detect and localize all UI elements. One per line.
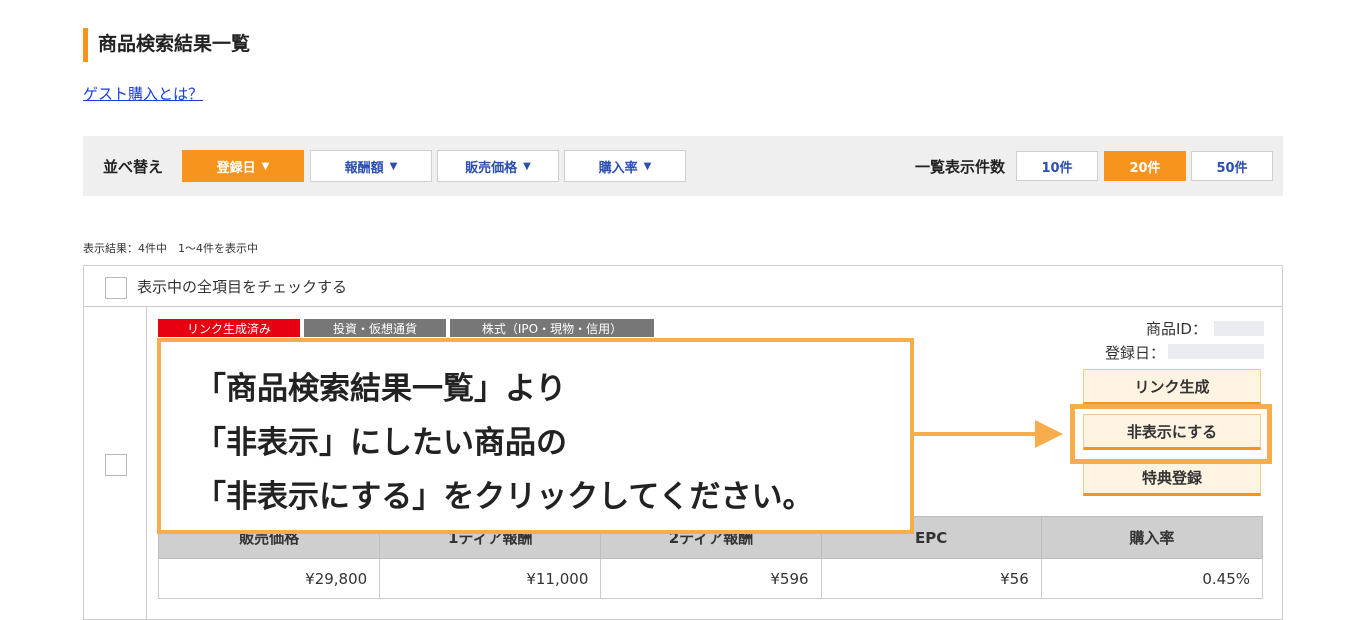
sort-purchase-rate-button[interactable]: 購入率 ▼ xyxy=(564,150,686,182)
sort-reward-button[interactable]: 報酬額 ▼ xyxy=(310,150,432,182)
arrow-right-icon xyxy=(1035,420,1063,448)
table-cell: ¥11,000 xyxy=(379,558,602,599)
check-all-row: 表示中の全項目をチェックする xyxy=(84,266,1282,307)
sort-option-label: 報酬額 xyxy=(344,160,384,176)
item-checkbox-column xyxy=(84,307,147,620)
caret-down-icon: ▼ xyxy=(261,160,270,172)
generate-link-button[interactable]: リンク生成 xyxy=(1083,369,1261,405)
sort-bar: 並べ替え 登録日 ▼ 報酬額 ▼ 販売価格 ▼ 購入率 ▼ 一覧表示件数 10件… xyxy=(83,136,1283,196)
sort-option-label: 購入率 xyxy=(598,160,638,176)
item-checkbox[interactable] xyxy=(105,454,127,476)
product-id-label: 商品ID： xyxy=(1146,320,1207,338)
sort-registered-date-button[interactable]: 登録日 ▼ xyxy=(182,150,304,182)
caret-down-icon: ▼ xyxy=(523,160,531,172)
guest-purchase-link[interactable]: ゲスト購入とは？ xyxy=(83,83,203,104)
instruction-callout: 「商品検索結果一覧」より 「非表示」にしたい商品の 「非表示にする」をクリックし… xyxy=(157,338,914,534)
bonus-register-button[interactable]: 特典登録 xyxy=(1083,460,1261,496)
sort-price-button[interactable]: 販売価格 ▼ xyxy=(437,150,559,182)
display-count-10-button[interactable]: 10件 xyxy=(1016,151,1098,181)
display-count-label: 一覧表示件数 xyxy=(915,158,1006,176)
table-cell: ¥596 xyxy=(600,558,822,599)
callout-line: 「非表示にする」をクリックしてください。 xyxy=(195,479,814,515)
table-cell: ¥29,800 xyxy=(157,558,381,599)
tag-category: 投資・仮想通貨 xyxy=(304,319,446,337)
page-title: 商品検索結果一覧 xyxy=(83,28,250,62)
caret-down-icon: ▼ xyxy=(389,160,398,172)
callout-line: 「非表示」にしたい商品の xyxy=(195,425,567,461)
tag-link-generated: リンク生成済み xyxy=(158,319,300,337)
callout-arrow-line xyxy=(914,432,1039,436)
table-cell: 0.45% xyxy=(1040,558,1264,599)
table-cell: ¥56 xyxy=(820,558,1042,599)
result-count-text: 表示結果：4件中 1～4件を表示中 xyxy=(83,242,258,255)
sort-option-label: 登録日 xyxy=(216,160,256,176)
check-all-label: 表示中の全項目をチェックする xyxy=(137,278,348,296)
registered-date-label: 登録日： xyxy=(1105,344,1166,362)
callout-line: 「商品検索結果一覧」より xyxy=(195,371,567,407)
product-id-value xyxy=(1214,321,1264,336)
sort-option-label: 販売価格 xyxy=(465,160,518,176)
display-count-50-button[interactable]: 50件 xyxy=(1191,151,1273,181)
caret-down-icon: ▼ xyxy=(643,160,652,172)
tag-subcategory: 株式（IPO・現物・信用） xyxy=(450,319,654,337)
sort-label: 並べ替え xyxy=(103,158,164,176)
check-all-checkbox[interactable] xyxy=(105,277,127,299)
table-header: 購入率 xyxy=(1040,516,1264,559)
table-row: ¥29,800 ¥11,000 ¥596 ¥56 0.45% xyxy=(157,558,1264,599)
hide-button-highlight xyxy=(1070,404,1272,464)
registered-date-value xyxy=(1168,344,1264,359)
display-count-20-button[interactable]: 20件 xyxy=(1104,151,1186,181)
